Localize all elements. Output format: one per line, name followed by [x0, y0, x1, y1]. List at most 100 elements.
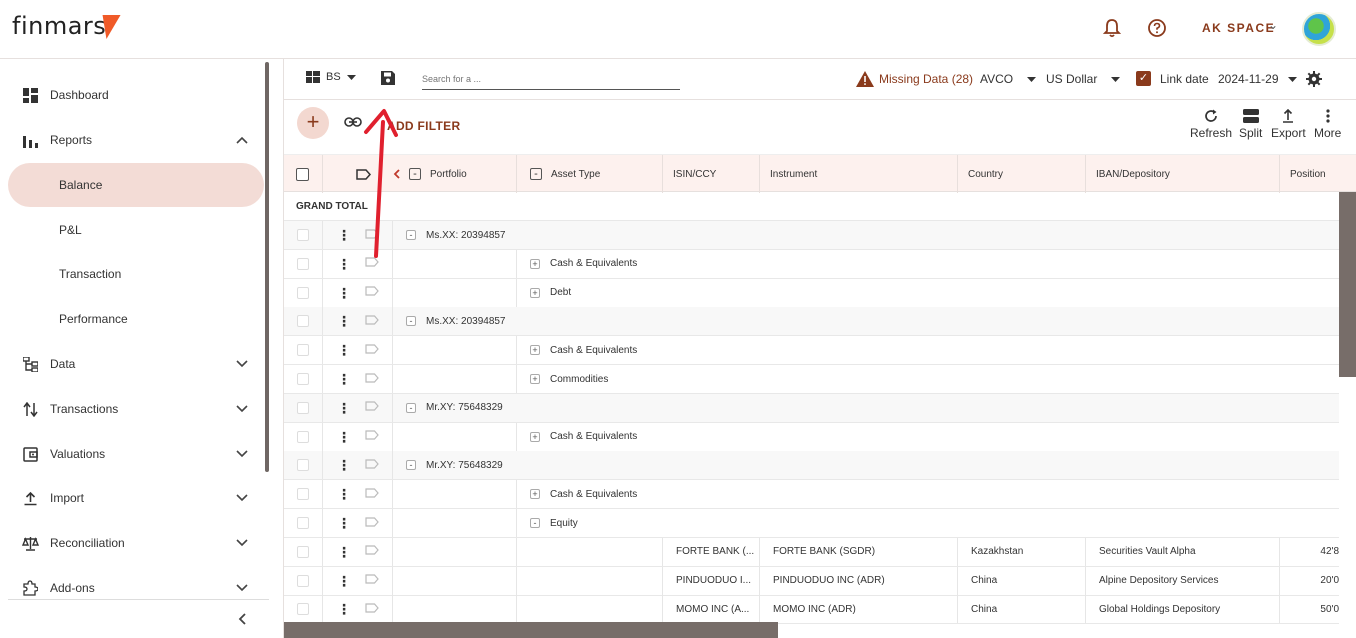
- chevron-down-icon[interactable]: ⌄: [1268, 18, 1278, 32]
- more-vert-icon[interactable]: ⋮: [337, 516, 351, 530]
- scroll-thumb[interactable]: [1339, 192, 1356, 377]
- collapse-group-icon[interactable]: -: [406, 316, 416, 327]
- label-icon[interactable]: [365, 286, 379, 299]
- save-icon[interactable]: [380, 70, 398, 88]
- add-button[interactable]: +: [297, 107, 329, 139]
- asset-type-group-row[interactable]: ⋮ + Cash & Equivalents: [284, 249, 1339, 279]
- sidebar-item-import[interactable]: Import: [0, 476, 264, 520]
- label-icon[interactable]: [365, 574, 379, 587]
- label-icon[interactable]: [365, 545, 379, 558]
- more-vert-icon[interactable]: ⋮: [337, 487, 351, 501]
- table-row[interactable]: ⋮ PINDUODUO I... PINDUODUO INC (ADR) China A…: [284, 566, 1339, 596]
- portfolio-group-row[interactable]: ⋮ - Ms.XX: 20394857: [284, 221, 1339, 250]
- collapse-group-icon[interactable]: -: [406, 230, 416, 240]
- bell-icon[interactable]: [1101, 17, 1123, 39]
- label-icon[interactable]: [356, 168, 371, 180]
- expand-group-icon[interactable]: +: [530, 431, 540, 442]
- avatar[interactable]: [1302, 12, 1336, 46]
- sidebar-subitem-performance[interactable]: Performance: [8, 297, 264, 341]
- label-icon[interactable]: [365, 401, 379, 414]
- currency-select[interactable]: US Dollar: [1046, 72, 1121, 86]
- asset-type-group-row[interactable]: ⋮ + Cash & Equivalents: [284, 480, 1339, 510]
- sidebar-item-valuations[interactable]: Valuations: [0, 432, 264, 476]
- grid-horizontal-scrollbar[interactable]: [284, 622, 778, 638]
- asset-type-group-row[interactable]: ⋮ + Cash & Equivalents: [284, 336, 1339, 366]
- sidebar-item-reports[interactable]: Reports: [0, 118, 264, 162]
- expand-group-icon[interactable]: +: [530, 374, 540, 384]
- asset-type-group-row[interactable]: ⋮ + Commodities: [284, 365, 1339, 394]
- table-row[interactable]: ⋮ MOMO INC (A... MOMO INC (ADR) China Global…: [284, 595, 1339, 625]
- split-button[interactable]: Split: [1239, 108, 1262, 140]
- sidebar-item-dashboard[interactable]: Dashboard: [0, 73, 264, 117]
- more-vert-icon[interactable]: ⋮: [337, 458, 351, 472]
- layout-selector[interactable]: BS: [306, 71, 356, 83]
- column-header-portfolio[interactable]: - Portfolio: [393, 155, 517, 193]
- more-vert-icon[interactable]: ⋮: [337, 372, 351, 386]
- collapse-group-icon[interactable]: -: [530, 168, 542, 180]
- sidebar-scrollbar[interactable]: [265, 62, 269, 472]
- label-icon[interactable]: [365, 315, 379, 328]
- search-input[interactable]: [422, 69, 680, 90]
- more-vert-icon[interactable]: ⋮: [337, 602, 351, 616]
- date-select[interactable]: 2024-11-29: [1218, 72, 1297, 86]
- expand-group-icon[interactable]: -: [530, 518, 540, 528]
- row-checkbox[interactable]: [297, 229, 309, 241]
- label-icon[interactable]: [365, 228, 379, 242]
- label-icon[interactable]: [365, 372, 379, 386]
- row-checkbox[interactable]: [297, 545, 309, 558]
- row-checkbox[interactable]: [297, 574, 309, 587]
- asset-type-group-row[interactable]: ⋮ - Equity: [284, 509, 1339, 538]
- chevron-left-icon[interactable]: [393, 169, 401, 179]
- row-checkbox[interactable]: [297, 488, 309, 501]
- asset-type-group-row[interactable]: ⋮ + Cash & Equivalents: [284, 422, 1339, 452]
- more-vert-icon[interactable]: ⋮: [337, 228, 351, 242]
- row-checkbox[interactable]: [297, 430, 309, 443]
- row-checkbox[interactable]: [297, 257, 309, 270]
- sidebar-item-reconciliation[interactable]: Reconciliation: [0, 521, 264, 565]
- label-icon[interactable]: [365, 344, 379, 357]
- select-all-checkbox[interactable]: [296, 167, 309, 181]
- expand-group-icon[interactable]: +: [530, 489, 540, 500]
- label-icon[interactable]: [365, 488, 379, 501]
- column-header-country[interactable]: Country: [958, 155, 1086, 193]
- label-icon[interactable]: [365, 603, 379, 616]
- missing-data-button[interactable]: Missing Data (28): [856, 71, 973, 87]
- row-checkbox[interactable]: [297, 373, 309, 385]
- gear-icon[interactable]: [1306, 71, 1324, 89]
- more-vert-icon[interactable]: ⋮: [337, 574, 351, 588]
- finmars-logo[interactable]: finmars: [12, 12, 106, 40]
- sidebar-item-transactions[interactable]: Transactions: [0, 387, 264, 431]
- column-header-instrument[interactable]: Instrument: [760, 155, 958, 193]
- collapse-group-icon[interactable]: -: [406, 402, 416, 413]
- collapse-sidebar-icon[interactable]: [238, 612, 246, 628]
- link-date-checkbox[interactable]: ✓ Link date: [1136, 71, 1209, 86]
- row-checkbox[interactable]: [297, 401, 309, 414]
- add-filter-button[interactable]: ADD FILTER: [387, 119, 460, 133]
- row-checkbox[interactable]: [297, 603, 309, 616]
- row-checkbox[interactable]: [297, 459, 309, 472]
- column-header-isin[interactable]: ISIN/CCY: [663, 155, 760, 193]
- refresh-button[interactable]: Refresh: [1190, 108, 1232, 140]
- label-icon[interactable]: [365, 430, 379, 443]
- grid-vertical-scrollbar[interactable]: [1339, 192, 1356, 638]
- column-header-position[interactable]: Position: [1280, 155, 1356, 193]
- sidebar-subitem-balance[interactable]: Balance: [8, 163, 264, 207]
- row-checkbox[interactable]: [297, 344, 309, 357]
- space-selector[interactable]: AK SPACE: [1202, 21, 1275, 35]
- portfolio-group-row[interactable]: ⋮ - Mr.XY: 75648329: [284, 393, 1339, 423]
- sidebar-item-addons[interactable]: Add-ons: [0, 566, 264, 610]
- row-checkbox[interactable]: [297, 315, 309, 328]
- more-vert-icon[interactable]: ⋮: [337, 314, 351, 328]
- link-icon[interactable]: [344, 115, 364, 129]
- cost-method-select[interactable]: AVCO: [980, 72, 1037, 86]
- row-checkbox[interactable]: [297, 517, 309, 529]
- sidebar-item-data[interactable]: Data: [0, 342, 264, 386]
- portfolio-group-row[interactable]: ⋮ - Ms.XX: 20394857: [284, 307, 1339, 337]
- label-icon[interactable]: [365, 516, 379, 530]
- row-checkbox[interactable]: [297, 286, 309, 299]
- label-icon[interactable]: [365, 459, 379, 472]
- more-button[interactable]: More: [1314, 108, 1341, 140]
- expand-group-icon[interactable]: +: [530, 258, 540, 269]
- column-header-iban[interactable]: IBAN/Depository: [1086, 155, 1280, 193]
- portfolio-group-row[interactable]: ⋮ - Mr.XY: 75648329: [284, 451, 1339, 481]
